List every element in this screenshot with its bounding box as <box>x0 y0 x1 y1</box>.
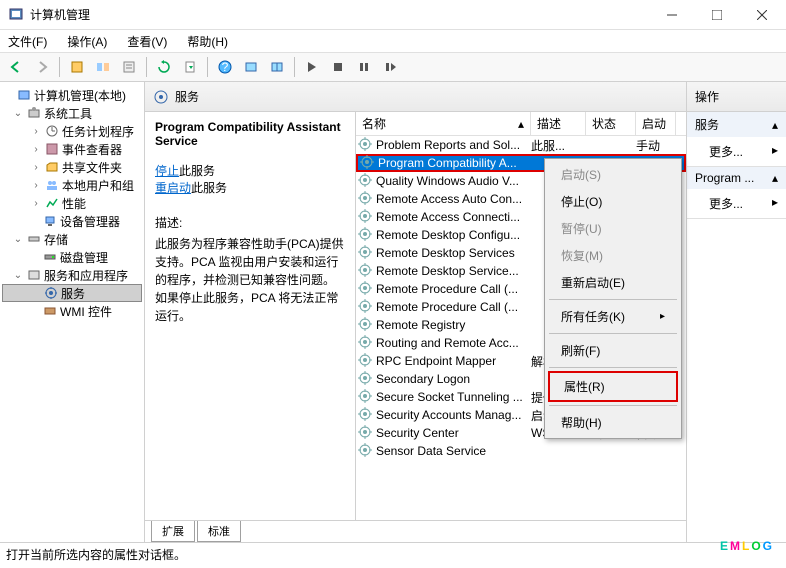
context-menu: 启动(S) 停止(O) 暂停(U) 恢复(M) 重新启动(E) 所有任务(K)▸… <box>544 158 682 439</box>
column-name[interactable]: 名称▴ <box>356 112 531 135</box>
gear-icon <box>358 299 374 315</box>
pause-button[interactable] <box>352 55 376 79</box>
menu-restart[interactable]: 重新启动(E) <box>547 269 679 296</box>
content-header: 服务 <box>145 82 686 112</box>
action-group-program[interactable]: Program ...▴ <box>687 167 786 189</box>
action-more-1[interactable]: 更多...▸ <box>687 137 786 166</box>
tree-local-users[interactable]: ›本地用户和组 <box>2 176 142 194</box>
tree-wmi[interactable]: WMI 控件 <box>2 302 142 320</box>
tab-standard[interactable]: 标准 <box>197 521 241 542</box>
menu-start: 启动(S) <box>547 161 679 188</box>
gear-icon <box>358 407 374 423</box>
service-row[interactable]: Problem Reports and Sol...此服...手动 <box>356 136 686 154</box>
toolbar: ? <box>0 52 786 82</box>
statusbar: 打开当前所选内容的属性对话框。 <box>0 542 786 564</box>
view2-button[interactable] <box>265 55 289 79</box>
tree-performance[interactable]: ›性能 <box>2 194 142 212</box>
list-header: 名称▴ 描述 状态 启动 <box>356 112 686 136</box>
back-button[interactable] <box>4 55 28 79</box>
column-description[interactable]: 描述 <box>531 112 586 135</box>
watermark: EMLOG <box>720 512 774 560</box>
menu-properties[interactable]: 属性(R) <box>548 371 678 402</box>
gear-icon <box>358 209 374 225</box>
gear-icon <box>358 389 374 405</box>
gear-icon <box>358 425 374 441</box>
export-button[interactable] <box>178 55 202 79</box>
help-button[interactable]: ? <box>213 55 237 79</box>
menu-refresh[interactable]: 刷新(F) <box>547 337 679 364</box>
view-button[interactable] <box>239 55 263 79</box>
minimize-button[interactable] <box>649 1 694 29</box>
menu-file[interactable]: 文件(F) <box>4 31 51 52</box>
window-title: 计算机管理 <box>30 6 649 23</box>
tree-services[interactable]: 服务 <box>2 284 142 302</box>
selected-service-title: Program Compatibility Assistant Service <box>155 120 345 148</box>
menu-help[interactable]: 帮助(H) <box>183 31 232 52</box>
close-button[interactable] <box>739 1 784 29</box>
tree-device-manager[interactable]: 设备管理器 <box>2 212 142 230</box>
menu-view[interactable]: 查看(V) <box>123 31 171 52</box>
tab-extended[interactable]: 扩展 <box>151 521 195 542</box>
menu-help[interactable]: 帮助(H) <box>547 409 679 436</box>
start-button[interactable] <box>300 55 324 79</box>
tree-task-scheduler[interactable]: ›任务计划程序 <box>2 122 142 140</box>
gear-icon <box>358 245 374 261</box>
actions-header: 操作 <box>687 82 786 112</box>
tree-event-viewer[interactable]: ›事件查看器 <box>2 140 142 158</box>
restart-button[interactable] <box>378 55 402 79</box>
gear-icon <box>153 89 169 105</box>
menu-stop[interactable]: 停止(O) <box>547 188 679 215</box>
tree-system-tools[interactable]: ⌄系统工具 <box>2 104 142 122</box>
stop-button[interactable] <box>326 55 350 79</box>
content-title: 服务 <box>175 88 199 105</box>
show-hide-button[interactable] <box>91 55 115 79</box>
gear-icon <box>358 317 374 333</box>
description-text: 此服务为程序兼容性助手(PCA)提供支持。PCA 监视由用户安装和运行的程序，并… <box>155 235 345 325</box>
menu-resume: 恢复(M) <box>547 242 679 269</box>
gear-icon <box>358 173 374 189</box>
restart-link[interactable]: 重启动 <box>155 181 191 195</box>
titlebar: 计算机管理 <box>0 0 786 30</box>
stop-link[interactable]: 停止 <box>155 164 179 178</box>
properties-button[interactable] <box>117 55 141 79</box>
menu-action[interactable]: 操作(A) <box>63 31 111 52</box>
gear-icon <box>358 263 374 279</box>
gear-icon <box>358 335 374 351</box>
actions-panel: 操作 服务▴ 更多...▸ Program ...▴ 更多...▸ <box>686 82 786 542</box>
app-icon <box>8 7 24 23</box>
gear-icon <box>358 371 374 387</box>
service-row[interactable]: Sensor Data Service <box>356 442 686 460</box>
tree-shared-folders[interactable]: ›共享文件夹 <box>2 158 142 176</box>
gear-icon <box>358 191 374 207</box>
gear-icon <box>358 353 374 369</box>
gear-icon <box>358 227 374 243</box>
tree-disk-management[interactable]: 磁盘管理 <box>2 248 142 266</box>
refresh-button[interactable] <box>152 55 176 79</box>
forward-button <box>30 55 54 79</box>
up-button[interactable] <box>65 55 89 79</box>
description-panel: Program Compatibility Assistant Service … <box>145 112 355 520</box>
gear-icon <box>360 155 376 171</box>
action-more-2[interactable]: 更多...▸ <box>687 189 786 218</box>
tree-panel: 计算机管理(本地) ⌄系统工具 ›任务计划程序 ›事件查看器 ›共享文件夹 ›本… <box>0 82 145 542</box>
tabs: 扩展 标准 <box>145 520 686 542</box>
tree-services-apps[interactable]: ⌄服务和应用程序 <box>2 266 142 284</box>
description-label: 描述: <box>155 214 345 231</box>
gear-icon <box>358 137 374 153</box>
gear-icon <box>358 281 374 297</box>
column-status[interactable]: 状态 <box>586 112 636 135</box>
menu-all-tasks[interactable]: 所有任务(K)▸ <box>547 303 679 330</box>
action-group-services[interactable]: 服务▴ <box>687 112 786 137</box>
menu-pause: 暂停(U) <box>547 215 679 242</box>
gear-icon <box>358 443 374 459</box>
tree-root[interactable]: 计算机管理(本地) <box>2 86 142 104</box>
maximize-button[interactable] <box>694 1 739 29</box>
svg-text:?: ? <box>222 60 229 74</box>
tree-storage[interactable]: ⌄存储 <box>2 230 142 248</box>
menubar: 文件(F) 操作(A) 查看(V) 帮助(H) <box>0 30 786 52</box>
column-startup[interactable]: 启动 <box>636 112 676 135</box>
